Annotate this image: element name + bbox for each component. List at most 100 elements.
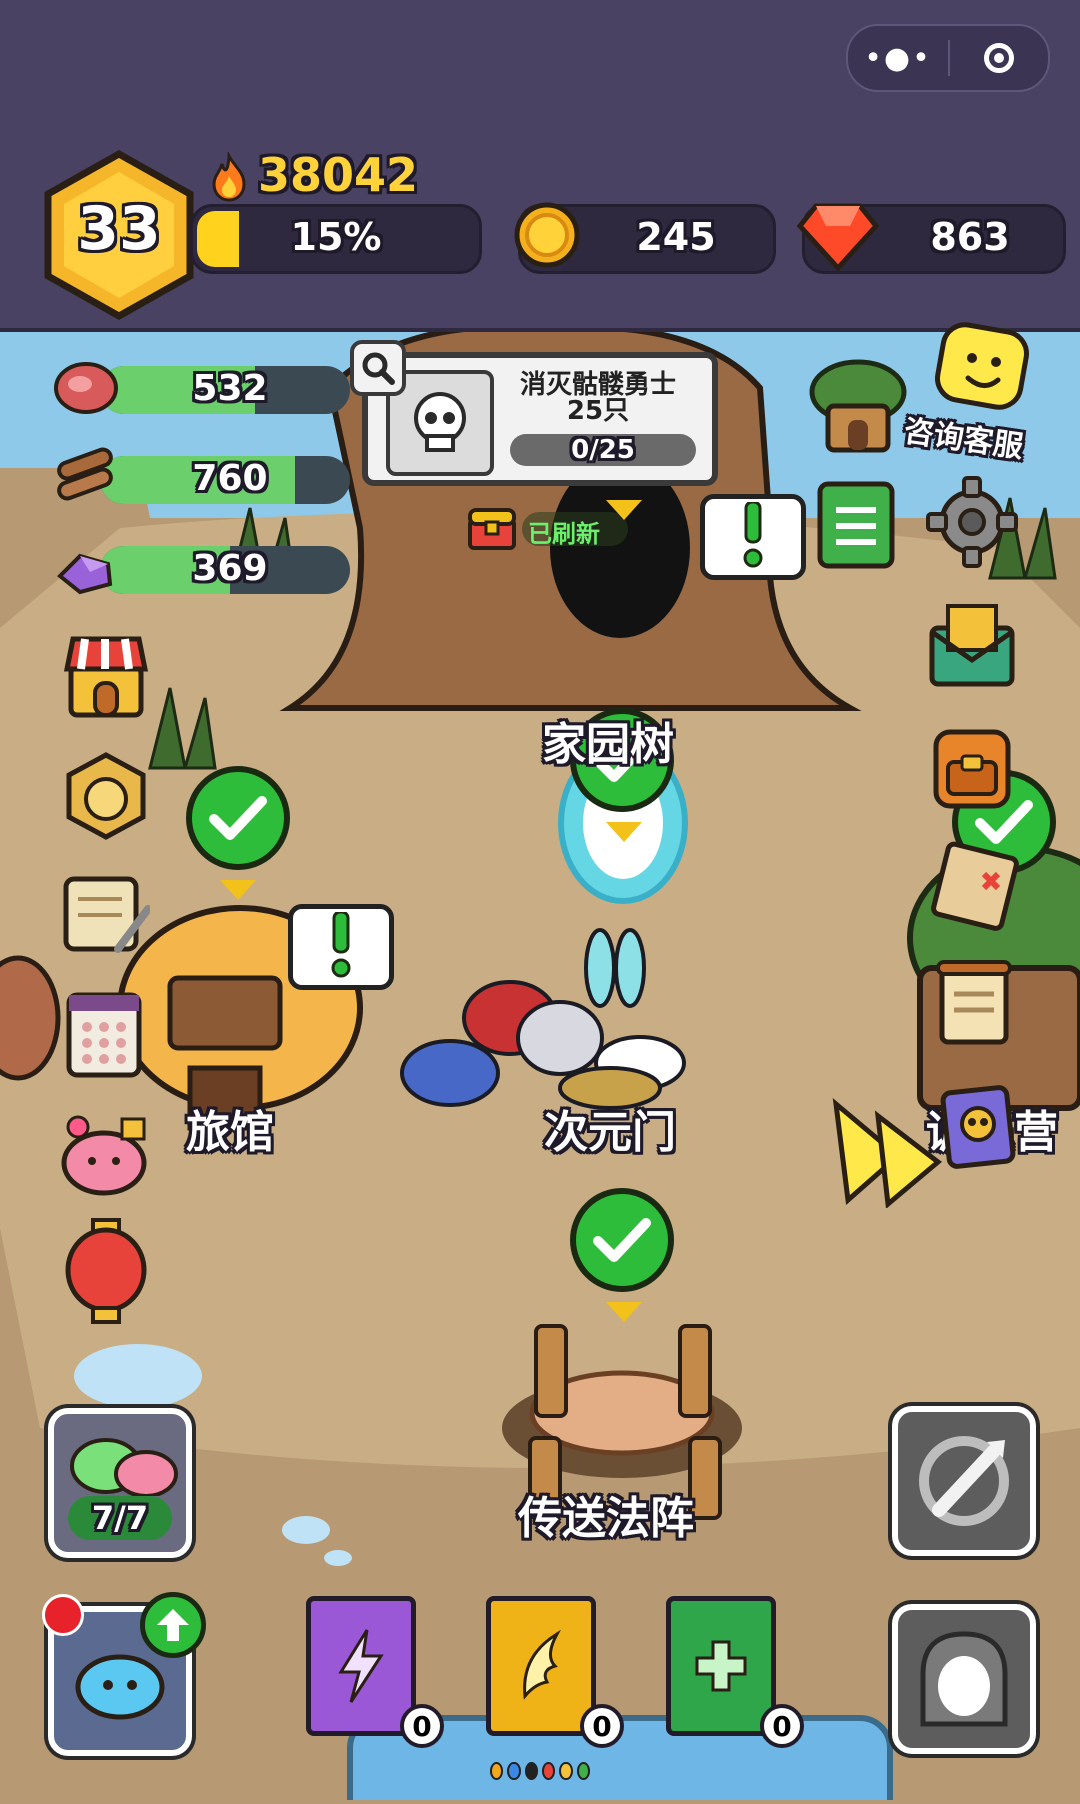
stone-gate-icon — [920, 1631, 1008, 1727]
more-options-button[interactable]: •●• — [848, 26, 948, 90]
quest-scroll-icon — [936, 960, 1012, 1045]
home-building-button[interactable] — [806, 356, 910, 456]
page-dot[interactable] — [559, 1762, 573, 1780]
power-value: 38042 — [258, 148, 419, 202]
player-level: 33 — [77, 194, 161, 264]
player-level-badge[interactable]: 33 — [44, 149, 194, 321]
red-gem-icon — [796, 198, 880, 272]
envelope-icon — [929, 604, 1015, 687]
green-book-icon — [817, 481, 895, 569]
shop-stall-icon — [63, 636, 149, 718]
page-dot-active[interactable] — [524, 1762, 538, 1780]
teleport-pointer-arrow — [606, 1302, 642, 1322]
more-dots-icon: •●• — [864, 40, 932, 76]
red-lantern-icon — [65, 1218, 147, 1324]
portal-label[interactable]: 次元门 — [544, 1096, 676, 1160]
calendar-scroll-icon — [66, 992, 142, 1078]
skill-book-wing[interactable]: 0 — [486, 1596, 624, 1748]
money-bag-badge-icon — [66, 752, 146, 840]
lightning-book-count: 0 — [400, 1704, 444, 1748]
meat-icon — [50, 356, 120, 420]
wood-icon — [50, 446, 120, 510]
treasure-map-button[interactable] — [928, 840, 1020, 932]
miniprogram-capsule: •●• — [846, 24, 1050, 92]
gem-count: 863 — [930, 215, 1010, 259]
page-dot[interactable] — [576, 1762, 590, 1780]
meat-count: 532 — [192, 368, 268, 409]
tree-house-icon — [809, 359, 907, 453]
wood-count: 760 — [192, 458, 268, 499]
pink-slime-gift-icon — [61, 1115, 147, 1196]
magnifier-icon — [362, 352, 395, 385]
close-miniprogram-button[interactable] — [950, 26, 1048, 90]
page-indicator — [490, 1762, 590, 1780]
quest-progress-text: 0/25 — [571, 435, 635, 465]
scroll-quill-icon — [63, 876, 150, 953]
treasure-map-icon — [931, 841, 1019, 931]
fast-forward-icon[interactable] — [828, 1096, 944, 1209]
alert-bubble-tree[interactable] — [700, 494, 806, 580]
skill-book-plus[interactable]: 0 — [666, 1596, 804, 1748]
backpack-button[interactable] — [926, 720, 1018, 812]
skull-card-icon — [940, 1085, 1016, 1169]
page-dot[interactable] — [507, 1762, 521, 1780]
teleport-complete-check[interactable] — [570, 1188, 674, 1292]
settings-button[interactable] — [926, 476, 1018, 568]
home-tree-label[interactable]: 家园树 — [542, 708, 674, 772]
coin-count: 245 — [636, 215, 716, 259]
mail-button[interactable] — [926, 598, 1018, 690]
checkmark-icon — [593, 1218, 651, 1262]
handbook-button[interactable] — [814, 480, 898, 570]
skill-book-lightning[interactable]: 0 — [306, 1596, 444, 1748]
quest-search-button[interactable] — [350, 340, 406, 396]
target-circle-icon — [984, 43, 1014, 73]
crystal-ore-icon — [50, 536, 120, 600]
backpack-icon — [933, 729, 1011, 809]
quest-progress-bar: 0/25 — [510, 434, 696, 466]
tree-pointer-arrow — [606, 500, 642, 520]
calendar-button[interactable] — [58, 988, 150, 1080]
stone-portal-button[interactable] — [892, 1604, 1036, 1754]
inn-pointer-arrow — [220, 880, 256, 900]
fund-button[interactable] — [60, 750, 152, 842]
treasure-chest-icon[interactable] — [466, 506, 518, 552]
wing-book-count: 0 — [580, 1704, 624, 1748]
exp-bar: 15% — [190, 204, 482, 274]
gift-slime-button[interactable] — [58, 1108, 150, 1200]
gear-icon — [926, 476, 1018, 568]
gold-coin-icon — [512, 200, 582, 270]
inn-complete-check[interactable] — [186, 766, 290, 870]
portal-pointer-arrow — [606, 822, 642, 842]
upgrade-arrow-icon — [140, 1592, 206, 1658]
exclamation-icon — [331, 912, 351, 978]
team-slot-button[interactable]: 7/7 — [48, 1408, 192, 1558]
teleport-label[interactable]: 传送法阵 — [518, 1482, 694, 1546]
flame-icon — [204, 150, 254, 202]
notes-button[interactable] — [58, 868, 150, 960]
inn-label[interactable]: 旅馆 — [186, 1096, 274, 1160]
customer-service-button[interactable] — [930, 322, 1034, 422]
quest-panel[interactable]: 消灭骷髅勇士 25只 0/25 — [362, 352, 718, 486]
plus-book-count: 0 — [760, 1704, 804, 1748]
crystal-count: 369 — [192, 548, 268, 589]
exp-percent: 15% — [290, 215, 382, 259]
shop-button[interactable] — [60, 630, 152, 722]
checkmark-icon — [209, 796, 267, 840]
page-dot[interactable] — [541, 1762, 556, 1780]
team-counter: 7/7 — [91, 1499, 149, 1537]
lantern-button[interactable] — [60, 1216, 152, 1326]
red-notification-dot — [42, 1594, 84, 1636]
auto-battle-button[interactable] — [892, 1406, 1036, 1556]
quest-title: 消灭骷髅勇士 25只 — [498, 372, 698, 424]
chest-status: 已刷新 — [528, 520, 600, 548]
exclamation-icon — [743, 502, 763, 568]
skull-card-button[interactable] — [932, 1078, 1024, 1170]
sword-cycle-icon — [919, 1436, 1009, 1526]
quest-title-line2: 25只 — [566, 396, 630, 426]
page-dot[interactable] — [490, 1762, 504, 1780]
slime-swap-icon — [70, 1438, 178, 1496]
smiley-chat-icon — [935, 322, 1029, 410]
lightning-book-icon — [306, 1596, 416, 1736]
quest-scroll-button[interactable] — [928, 958, 1020, 1050]
alert-bubble-inn[interactable] — [288, 904, 394, 990]
